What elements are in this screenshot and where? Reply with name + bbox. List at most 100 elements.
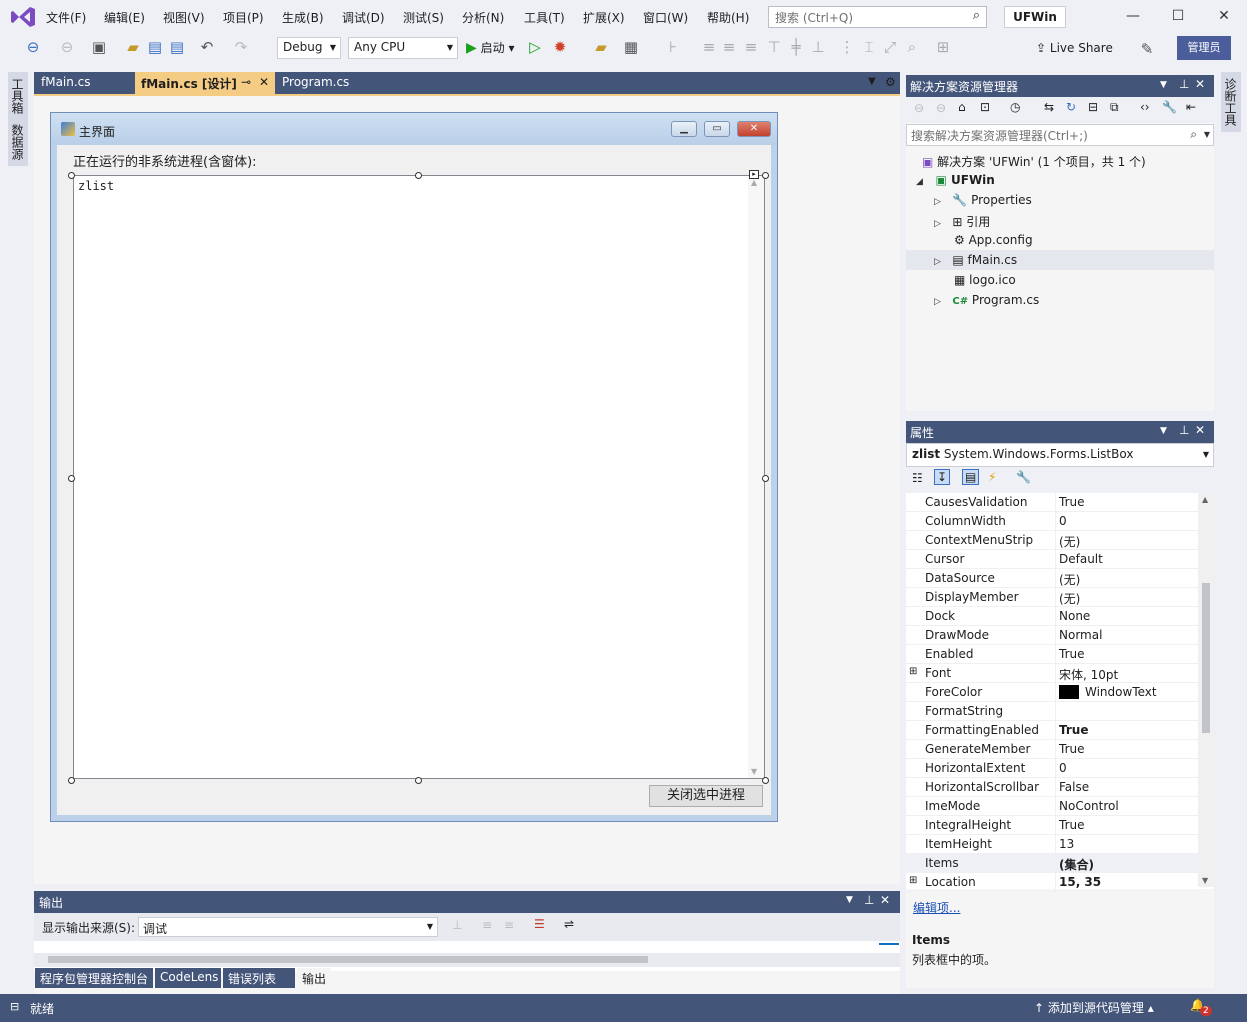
expand-icon[interactable]: ⊞	[909, 666, 917, 677]
tab-overflow-icon[interactable]: ▼	[868, 76, 876, 87]
save-icon[interactable]: ▤	[146, 38, 164, 56]
property-value[interactable]: True	[1059, 495, 1085, 509]
menu-project[interactable]: 项目(P)	[223, 9, 264, 26]
chevron-down-icon[interactable]: ▼	[1204, 130, 1210, 139]
tab-error-list[interactable]: 错误列表 ...	[223, 968, 295, 1001]
tree-project[interactable]: ◢ ▣ UFWin	[916, 173, 995, 187]
property-row-cursor[interactable]: Cursor Default	[906, 550, 1198, 569]
align-middle-icon[interactable]: ╪	[787, 38, 805, 56]
start-button[interactable]: ▶ 启动 ▾	[466, 39, 514, 56]
platform-select[interactable]: Any CPU ▼	[348, 37, 458, 59]
pin-icon[interactable]: ⊥	[864, 893, 874, 907]
start-without-debug-icon[interactable]: ▷	[526, 38, 544, 56]
resize-handle[interactable]	[415, 172, 422, 179]
save-all-icon[interactable]: ▤	[168, 38, 186, 56]
scroll-thumb[interactable]	[1202, 583, 1210, 733]
tree-program[interactable]: ▷ C# Program.cs	[934, 293, 1039, 307]
space-icon[interactable]: ⋮	[838, 38, 856, 56]
next-message-icon[interactable]: ≡	[504, 918, 514, 932]
property-row-horizontalextent[interactable]: HorizontalExtent 0	[906, 759, 1198, 778]
align-right-icon[interactable]: ≡	[742, 38, 760, 56]
menu-window[interactable]: 窗口(W)	[643, 9, 688, 26]
panel-menu-icon[interactable]: ▼	[846, 895, 853, 905]
minimize-icon[interactable]: —	[1123, 8, 1143, 26]
size-icon[interactable]: ⌶	[860, 38, 878, 56]
collapsed-arrow-icon[interactable]: ▷	[934, 257, 941, 267]
property-value[interactable]: (无)	[1059, 571, 1080, 588]
property-value[interactable]: Default	[1059, 552, 1103, 566]
object-selector[interactable]: zlist System.Windows.Forms.ListBox ▼	[906, 443, 1214, 467]
property-row-horizontalscrollbar[interactable]: HorizontalScrollbar False	[906, 778, 1198, 797]
output-horizontal-scrollbar[interactable]	[34, 953, 900, 967]
back-icon[interactable]: ⊖	[24, 38, 42, 56]
alphabetical-icon[interactable]: ↧	[934, 469, 951, 485]
property-value[interactable]: 0	[1059, 761, 1067, 775]
tree-app-config[interactable]: ⚙ App.config	[954, 233, 1033, 247]
close-icon[interactable]: ✕	[1195, 77, 1205, 91]
solution-search-input[interactable]: 搜索解决方案资源管理器(Ctrl+;) ⌕ ▼	[906, 124, 1214, 146]
smart-tag-icon[interactable]: ▸	[749, 170, 759, 179]
menu-test[interactable]: 测试(S)	[403, 9, 444, 26]
notifications-button[interactable]: 🔔 2	[1190, 998, 1212, 1016]
visual-studio-logo-icon[interactable]	[10, 6, 36, 28]
property-row-integralheight[interactable]: IntegralHeight True	[906, 816, 1198, 835]
scroll-down-icon[interactable]: ▼	[751, 767, 757, 776]
resize-handle[interactable]	[762, 777, 769, 784]
new-project-icon[interactable]: ▣	[90, 38, 108, 56]
property-value[interactable]: True	[1059, 742, 1085, 756]
forward-icon[interactable]: ⊖	[58, 38, 76, 56]
resize-handle[interactable]	[68, 777, 75, 784]
property-row-forecolor[interactable]: ForeColor WindowText	[906, 683, 1198, 702]
scroll-up-icon[interactable]: ▲	[751, 178, 757, 187]
align-center-icon[interactable]: ≡	[720, 38, 738, 56]
properties-view-icon[interactable]: ▤	[962, 469, 980, 485]
scroll-up-icon[interactable]: ▲	[1202, 495, 1208, 504]
property-value[interactable]: 13	[1059, 837, 1074, 851]
gear-icon[interactable]: ⚙	[885, 75, 896, 89]
designed-form[interactable]: 主界面 ▁ ▭ ✕ 正在运行的非系统进程(含窗体): zlist ▲ ▼ 关闭选…	[50, 112, 778, 822]
collapse-all-icon[interactable]: ⊟	[1088, 100, 1098, 114]
property-grid[interactable]: CausesValidation True ColumnWidth 0 ContextM…	[906, 493, 1214, 892]
scroll-down-icon[interactable]: ▼	[1202, 876, 1208, 885]
resize-handle[interactable]	[762, 475, 769, 482]
layout-icon[interactable]: ▦	[622, 38, 640, 56]
tree-fmain[interactable]: ▷ ▤ fMain.cs	[906, 250, 1214, 270]
collapsed-arrow-icon[interactable]: ▷	[934, 297, 941, 307]
zlist-listbox[interactable]: zlist ▲ ▼	[73, 175, 765, 779]
forward-icon[interactable]: ⊖	[936, 101, 946, 115]
panel-menu-icon[interactable]: ▼	[1160, 426, 1167, 436]
property-row-generatemember[interactable]: GenerateMember True	[906, 740, 1198, 759]
property-row-enabled[interactable]: Enabled True	[906, 645, 1198, 664]
home-icon[interactable]: ⌂	[958, 100, 966, 114]
property-value[interactable]: True	[1059, 723, 1088, 737]
find-message-icon[interactable]: ⊥	[452, 918, 462, 932]
hot-reload-icon[interactable]: ✹	[551, 38, 569, 56]
menu-view[interactable]: 视图(V)	[163, 9, 205, 26]
property-value[interactable]: (无)	[1059, 590, 1080, 607]
resize-handle[interactable]	[68, 172, 75, 179]
resize-handle[interactable]	[762, 172, 769, 179]
property-row-datasource[interactable]: DataSource (无)	[906, 569, 1198, 588]
property-value[interactable]: 15, 35	[1059, 875, 1101, 889]
switch-views-icon[interactable]: ⊡	[980, 100, 990, 114]
pin-icon[interactable]: ⊥	[1179, 423, 1189, 437]
property-row-items[interactable]: Items (集合)	[906, 854, 1198, 873]
close-icon[interactable]: ✕	[880, 893, 890, 907]
diagnostics-tab[interactable]: 诊断工具	[1221, 72, 1241, 132]
align-left-icon[interactable]: ≡	[700, 38, 718, 56]
property-value[interactable]: True	[1059, 818, 1085, 832]
align-bottom-icon[interactable]: ⊥	[809, 38, 827, 56]
output-source-select[interactable]: 调试 ▼	[138, 917, 438, 937]
property-row-location[interactable]: ⊞ Location 15, 35	[906, 873, 1198, 892]
align-top-icon[interactable]: ⊤	[765, 38, 783, 56]
edit-items-link[interactable]: 编辑项...	[913, 899, 960, 916]
view-code-icon[interactable]: ‹›	[1140, 100, 1150, 114]
live-share-button[interactable]: ⇪ Live Share	[1036, 41, 1113, 55]
properties-icon[interactable]: 🔧	[1162, 100, 1177, 114]
resize-icon[interactable]: ⤢	[881, 38, 899, 56]
expanded-arrow-icon[interactable]: ◢	[916, 177, 923, 187]
close-icon[interactable]: ✕	[1195, 423, 1205, 437]
property-row-formattingenabled[interactable]: FormattingEnabled True	[906, 721, 1198, 740]
pin-icon[interactable]: ⊥	[1179, 77, 1189, 91]
property-value[interactable]: True	[1059, 647, 1085, 661]
